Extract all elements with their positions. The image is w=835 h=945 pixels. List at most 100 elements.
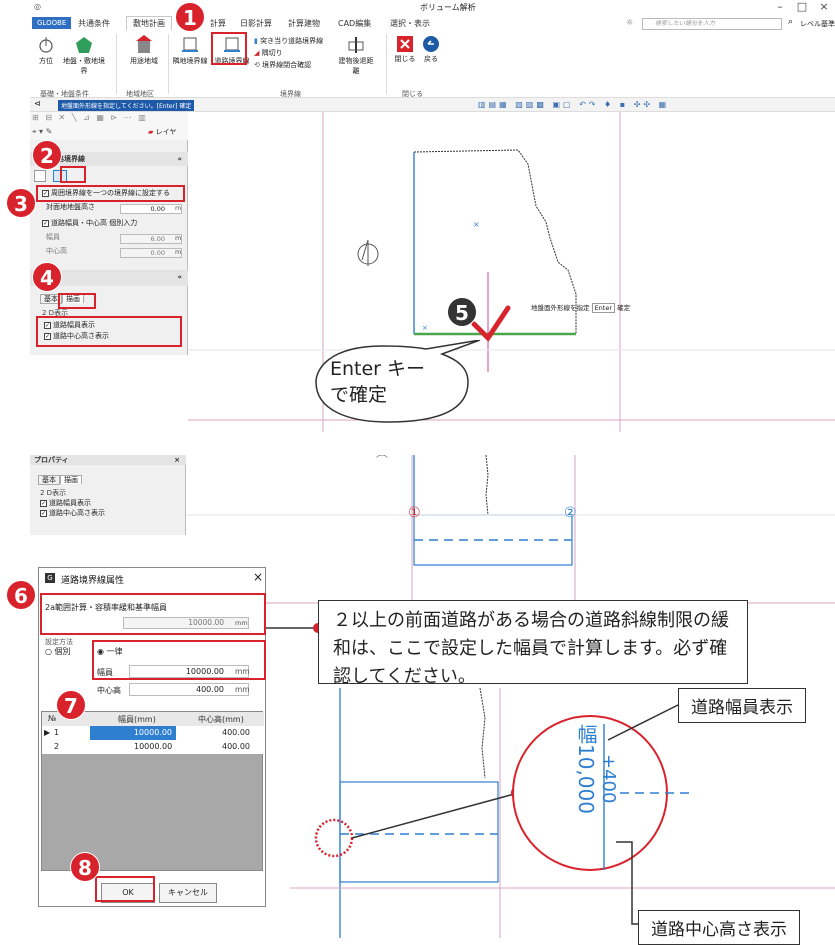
ground-boundary-button[interactable]: 地盤・敷地境界 (62, 36, 106, 76)
center-height-field[interactable]: 0.00 (120, 248, 182, 258)
panel2-header: プロパティ × (30, 455, 186, 465)
road-width-text: 幅10,000 (574, 724, 598, 814)
pentagon-icon (76, 37, 92, 53)
highlight-mode-button (60, 166, 86, 183)
cursor-tooltip: 地盤面外形線を指定 Enter 確定 (531, 303, 631, 313)
boundary-icon (182, 37, 198, 52)
window-title: ボリューム解析 (420, 3, 476, 12)
closure-check-button[interactable]: ⟲ 境界線閉合確認 (254, 59, 323, 71)
property-panel-2: プロパティ × 基本 描画 2 D表示 ✓ 道路幅員表示 ✓ 道路中心高さ表示 (30, 455, 186, 535)
use-zone-button[interactable]: 用途地域 (124, 34, 164, 66)
search-icon[interactable]: ⌕ (788, 17, 793, 27)
svg-text:×: × (473, 220, 480, 229)
select-tool-icon[interactable]: ⌖ ▾ ✎ (32, 127, 52, 137)
compass-button[interactable]: 方位 (34, 36, 58, 66)
unit-label: m (175, 204, 182, 212)
view-toolbar[interactable]: ▥▤▦ ▧▨▩ ▣▢ ↶↷ ♦ ▪ ✣✣ ▦ (478, 100, 669, 109)
tab-draw-2[interactable]: 描画 (60, 475, 82, 484)
step-badge-8: 8 (70, 852, 100, 882)
table-row[interactable]: ▶ 1 10000.00 400.00 (42, 726, 264, 740)
connector-line (266, 623, 323, 633)
highlight-calc-width (40, 593, 266, 635)
corner-cut-button[interactable]: ◢ 隅切り (254, 47, 323, 59)
lightbulb-icon: ☼ (626, 18, 634, 27)
label-road-width-display: 道路幅員表示 (678, 688, 806, 723)
tab-common[interactable]: 共通条件 (78, 18, 110, 29)
close-window-button[interactable]: × (814, 0, 834, 13)
center-label: 中心高 (97, 686, 121, 695)
tab-basic-2[interactable]: 基本 (38, 475, 60, 485)
values-grid: № 幅員(mm) 中心高(mm) ▶ 1 10000.00 400.00 2 1… (41, 711, 264, 871)
dialog-close-icon[interactable]: × (253, 570, 263, 584)
road-drawing: ⌒ (186, 454, 835, 610)
tab-site-plan[interactable]: 敷地計画 (126, 16, 172, 30)
step-badge-5: 5 (447, 297, 477, 327)
tab-cad-edit[interactable]: CAD編集 (338, 18, 371, 29)
marker-two: ② (564, 505, 577, 521)
layer-button[interactable]: ▰ レイヤ (148, 127, 176, 137)
building-icon (136, 35, 152, 53)
marker-one: ① (408, 505, 421, 521)
tab-gloobe[interactable]: GLOOBE (32, 17, 72, 29)
drawing-canvas-top[interactable]: × × 地盤面外形線を指定 Enter 確定 (188, 112, 835, 432)
drawing-canvas-middle[interactable]: ⌒ ① ② (186, 454, 835, 610)
ribbon-tabs: GLOOBE 共通条件 敷地計画 計算 日影計算 計算建物 CAD編集 選択・表… (30, 16, 835, 32)
tab-select-view[interactable]: 選択・表示 (390, 18, 430, 29)
label-road-center-display: 道路中心高さ表示 (638, 910, 800, 945)
north-arrow-icon (357, 239, 379, 266)
property-tabs-2: 基本 描画 (38, 475, 82, 485)
back-button[interactable]: 戻る (420, 36, 442, 64)
table-row[interactable]: 2 10000.00 400.00 (42, 740, 264, 754)
width-field[interactable]: 6.00 (120, 234, 182, 244)
highlight-uniform-values (92, 640, 266, 680)
minimize-button[interactable]: – (770, 0, 790, 13)
dead-end-road-button[interactable]: ▮ 突き当り道路境界線 (254, 35, 323, 47)
setback-icon (348, 37, 364, 53)
ground-height-field[interactable]: 0.00 (120, 204, 182, 214)
highlight-set-one-line (36, 185, 185, 202)
center-input[interactable]: 400.00 (129, 683, 249, 696)
setback-button[interactable]: 建物後退距離 (336, 36, 376, 76)
close-button[interactable]: 閉じる (394, 36, 416, 64)
ribbon-panel: 方位 地盤・敷地境界 基礎・地盤条件 用途地域 地域地区 隣地境界線 道路境界線… (30, 32, 835, 98)
individual-input-checkbox[interactable]: ✓ 道路幅員・中心高 個別入力 (38, 217, 186, 230)
highlight-ok (95, 876, 155, 902)
close-icon (397, 36, 413, 52)
road-center-height-text: +400 (598, 754, 619, 804)
unit-label: m (175, 234, 182, 242)
step-badge-6: 6 (6, 580, 36, 610)
step-badge-1: 1 (175, 2, 205, 32)
site-drawing: × × (188, 112, 835, 432)
edit-toolbar: ⊞ ⊟ ✕ ╲ ⊿ ▦ ⊳ ⋯ ▥ ⌖ ▾ ✎ ▰ レイヤ (30, 112, 188, 140)
step-badge-2: 2 (32, 140, 62, 170)
tab-calc[interactable]: 計算 (210, 18, 226, 29)
col-center-header: 中心高(mm) (198, 715, 244, 724)
maximize-button[interactable]: □ (792, 0, 812, 13)
unit-label: mm (235, 685, 250, 694)
width-label: 幅員 (46, 233, 60, 241)
search-input[interactable]: 検索したい語句を入力 (642, 18, 782, 30)
group-separator (116, 34, 117, 94)
step-badge-3: 3 (6, 188, 36, 218)
adjacent-boundary-button[interactable]: 隣地境界線 (170, 36, 210, 66)
window-titlebar: ◎ ボリューム解析 – □ × (30, 0, 835, 16)
highlight-draw-tab (58, 293, 96, 309)
tab-shadow[interactable]: 日影計算 (240, 18, 272, 29)
highlight-display-options (36, 316, 182, 347)
radio-individual[interactable]: ○ 個別 (45, 646, 71, 657)
draw-tools[interactable]: ⊞ ⊟ ✕ ╲ ⊿ ▦ ⊳ ⋯ ▥ (32, 113, 148, 122)
app-icon: G (45, 573, 55, 583)
app-icon: ◎ (34, 2, 41, 11)
mode-button-1[interactable] (34, 170, 46, 182)
sub-buttons: ▮ 突き当り道路境界線 ◢ 隅切り ⟲ 境界線閉合確認 (254, 35, 323, 71)
group-separator (168, 34, 169, 94)
back-icon (423, 36, 439, 52)
pin-icon: ⊲ (34, 99, 41, 108)
speech-text: Enter キー で確定 (330, 358, 426, 406)
group-separator (386, 34, 387, 94)
tab-calc-building[interactable]: 計算建物 (288, 18, 320, 29)
center-height-label: 中心高 (46, 247, 67, 255)
show-center-checkbox-2[interactable]: ✓ 道路中心高さ表示 (36, 507, 176, 520)
collapse-icon: « (177, 273, 182, 281)
cancel-button[interactable]: キャンセル (159, 883, 217, 903)
